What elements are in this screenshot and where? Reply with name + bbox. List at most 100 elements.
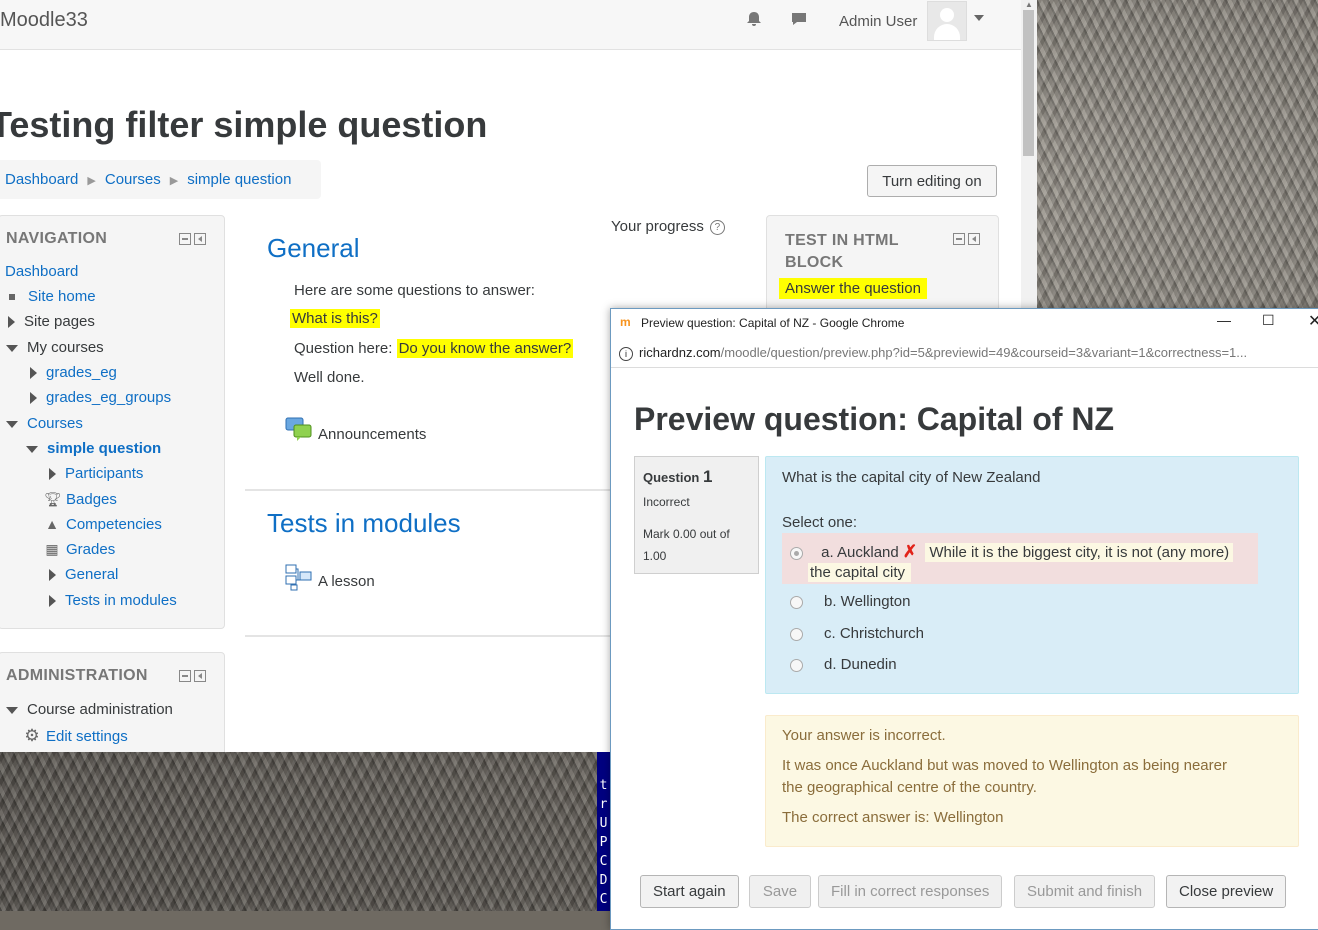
site-info-icon[interactable]: i [619, 346, 633, 361]
nav-item-tests-in-modules[interactable]: Tests in modules [49, 592, 177, 609]
messages-chat-icon[interactable] [790, 10, 808, 33]
nav-item-site-home[interactable]: Site home [6, 288, 96, 305]
block-controls [176, 233, 206, 246]
user-menu-caret-icon[interactable] [974, 15, 984, 21]
radio-c[interactable] [790, 627, 803, 641]
minimize-window-icon[interactable]: — [1217, 312, 1231, 328]
dock-block-icon[interactable] [194, 670, 206, 683]
nav-item-course-administration[interactable]: Course administration [6, 701, 173, 718]
minimize-block-icon[interactable] [179, 670, 191, 683]
question-formulation: What is the capital city of New Zealand … [765, 456, 1299, 694]
section-title-general[interactable]: General [267, 233, 360, 264]
nav-item-simple-question[interactable]: simple question [26, 440, 161, 457]
fill-correct-responses-button[interactable]: Fill in correct responses [818, 875, 1003, 908]
terminal-char: U [599, 816, 608, 831]
user-name[interactable]: Admin User [839, 13, 917, 30]
question-do-you-know: Question here: Do you know the answer? [294, 339, 574, 358]
close-preview-button[interactable]: Close preview [1166, 875, 1287, 908]
question-do-you-know-link[interactable]: Do you know the answer? [396, 339, 574, 358]
nav-item-dashboard[interactable]: Dashboard [5, 263, 78, 280]
breadcrumb-simple-question[interactable]: simple question [187, 171, 291, 188]
terminal-char: r [599, 797, 608, 812]
nav-item-badges[interactable]: 🏆︎ Badges [44, 491, 117, 508]
collapse-arrow-icon[interactable] [6, 706, 18, 714]
lesson-link[interactable]: A lesson [318, 573, 375, 590]
turn-editing-on-button[interactable]: Turn editing on [867, 165, 997, 197]
answer-a-feedback: While it is the biggest city, it is not … [925, 543, 1234, 562]
your-progress: Your progress? [611, 218, 725, 235]
dock-block-icon[interactable] [968, 233, 980, 246]
answer-option-d[interactable]: d. Dunedin [790, 656, 897, 673]
address-bar[interactable]: i richardnz.com/moodle/question/preview.p… [611, 339, 1318, 368]
question-text: What is the capital city of New Zealand [782, 469, 1041, 486]
question-what-is-this[interactable]: What is this? [290, 309, 380, 328]
dock-block-icon[interactable] [194, 233, 206, 246]
nav-item-grades[interactable]: ▦ Grades [44, 541, 115, 558]
nav-item-competencies[interactable]: ▲ Competencies [44, 516, 162, 533]
radio-a[interactable] [790, 546, 803, 560]
answer-option-c[interactable]: c. Christchurch [790, 625, 924, 642]
help-question-icon[interactable]: ? [709, 219, 725, 235]
moodle-favicon-icon: m [620, 315, 631, 329]
block-controls [176, 670, 206, 683]
nav-item-my-courses[interactable]: My courses [6, 339, 104, 356]
user-avatar[interactable] [927, 1, 967, 41]
scrollbar-thumb[interactable] [1023, 10, 1034, 156]
terminal-char: P [599, 835, 608, 850]
terminal-char: D [599, 873, 608, 888]
collapse-arrow-icon[interactable] [26, 445, 38, 453]
forum-announcements-icon[interactable] [285, 416, 313, 447]
save-button[interactable]: Save [749, 875, 811, 908]
bullet-icon [9, 294, 15, 301]
breadcrumb-separator-icon: ▶ [169, 175, 179, 187]
nav-item-participants[interactable]: Participants [49, 465, 143, 482]
nav-item-edit-settings[interactable]: ⚙ Edit settings [24, 726, 127, 746]
expand-arrow-icon[interactable] [49, 468, 56, 481]
radio-b[interactable] [790, 595, 803, 609]
notifications-bell-icon[interactable] [745, 10, 763, 33]
incorrect-cross-icon: ✗ [902, 542, 918, 561]
expand-arrow-icon[interactable] [8, 316, 15, 329]
answer-option-a[interactable]: a. Auckland ✗ While it is the biggest ci… [782, 533, 1258, 584]
answer-the-question-link[interactable]: Answer the question [779, 278, 927, 299]
answer-option-b[interactable]: b. Wellington [790, 593, 910, 610]
answer-a-feedback-cont: the capital city [808, 563, 912, 582]
expand-arrow-icon[interactable] [49, 569, 56, 582]
nav-item-site-pages[interactable]: Site pages [8, 313, 95, 330]
url-path: /moodle/question/preview.php?id=5&previe… [720, 345, 1248, 360]
expand-arrow-icon[interactable] [30, 367, 37, 380]
announcements-link[interactable]: Announcements [318, 426, 426, 443]
close-window-icon[interactable]: ✕ [1308, 311, 1318, 331]
preview-title: Preview question: Capital of NZ [634, 401, 1115, 437]
breadcrumb-dashboard[interactable]: Dashboard [5, 171, 78, 188]
radio-d[interactable] [790, 658, 803, 672]
lesson-icon[interactable] [285, 564, 313, 597]
minimize-block-icon[interactable] [179, 233, 191, 246]
nav-item-grades-eg[interactable]: grades_eg [30, 364, 117, 381]
section-divider [245, 489, 615, 491]
collapse-arrow-icon[interactable] [6, 344, 18, 352]
competencies-icon: ▲ [45, 516, 59, 532]
nav-item-courses[interactable]: Courses [6, 415, 83, 432]
gear-icon: ⚙ [24, 726, 40, 745]
answer-c-label: c. Christchurch [824, 625, 925, 642]
question-state: Incorrect [643, 495, 690, 509]
nav-item-grades-eg-groups[interactable]: grades_eg_groups [30, 389, 171, 406]
site-brand[interactable]: Moodle33 [0, 9, 88, 32]
minimize-block-icon[interactable] [953, 233, 965, 246]
scroll-up-arrow-icon[interactable]: ▲ [1025, 0, 1033, 9]
terminal-char: C [599, 854, 608, 869]
top-navbar: Moodle33 Admin User [0, 0, 1021, 50]
section-divider [245, 635, 615, 637]
nav-item-general[interactable]: General [49, 566, 118, 583]
submit-and-finish-button[interactable]: Submit and finish [1014, 875, 1156, 908]
maximize-window-icon[interactable]: ☐ [1262, 312, 1275, 329]
collapse-arrow-icon[interactable] [6, 420, 18, 428]
start-again-button[interactable]: Start again [640, 875, 739, 908]
administration-block-title: ADMINISTRATION [6, 667, 148, 684]
breadcrumb-courses[interactable]: Courses [105, 171, 161, 188]
chrome-titlebar[interactable]: m Preview question: Capital of NZ - Goog… [611, 309, 1318, 337]
expand-arrow-icon[interactable] [30, 392, 37, 405]
section-title-tests-in-modules[interactable]: Tests in modules [267, 508, 461, 539]
expand-arrow-icon[interactable] [49, 595, 56, 608]
